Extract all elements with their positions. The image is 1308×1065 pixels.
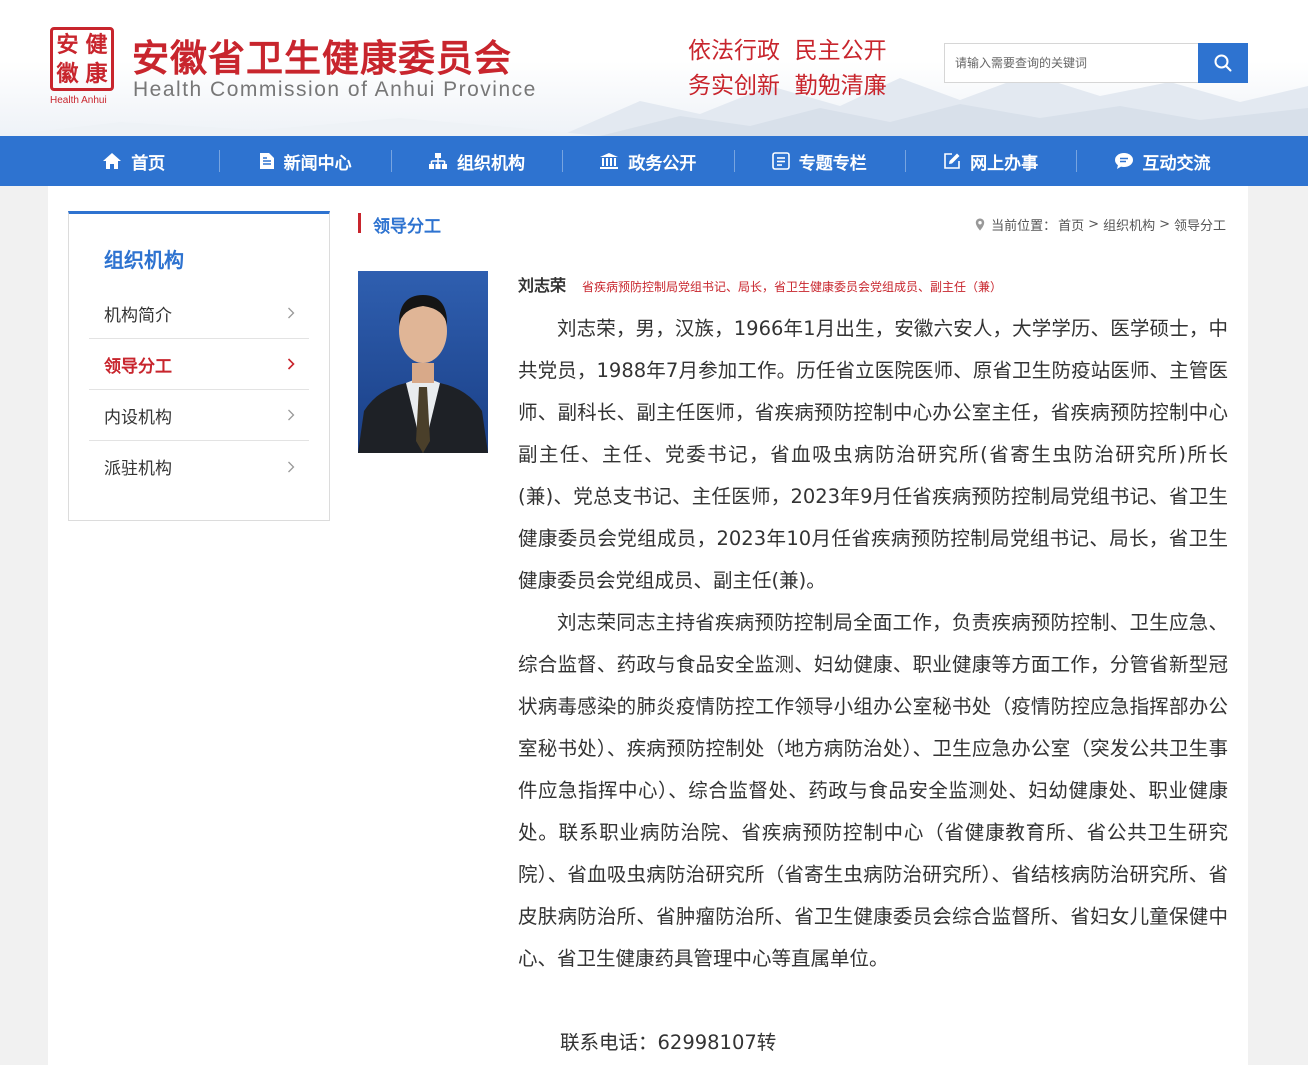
sidebar-list: 机构简介 领导分工 内设机构 派驻机构: [89, 288, 309, 492]
nav-item-gov-affairs[interactable]: 政务公开: [562, 136, 733, 186]
search-input[interactable]: [944, 43, 1200, 83]
phone-value: 62998107转: [657, 1031, 777, 1054]
nav-item-home[interactable]: 首页: [48, 136, 219, 186]
sidebar-title: 组织机构: [104, 248, 184, 272]
phone-label: 联系电话：: [560, 1031, 658, 1054]
building-icon: [600, 153, 619, 169]
logo-char: 安: [56, 31, 79, 58]
chevron-right-icon: [288, 461, 295, 472]
sidebar-item-dispatched-units[interactable]: 派驻机构: [89, 441, 309, 492]
nav-label: 组织机构: [456, 153, 525, 174]
logo-char: 健: [85, 31, 108, 58]
nav-label: 首页: [131, 153, 166, 174]
sidebar-item-overview[interactable]: 机构简介: [89, 288, 309, 339]
leader-position: 省疾病预防控制局党组书记、局长，省卫生健康委员会党组成员、副主任（兼）: [582, 280, 1003, 294]
sidebar-item-leadership[interactable]: 领导分工: [89, 339, 309, 390]
section-header: 领导分工 当前位置： 首页 > 组织机构 > 领导分工: [358, 211, 1228, 237]
site-title-english: Health Commission of Anhui Province: [133, 78, 537, 101]
home-icon: [103, 153, 122, 169]
leader-photo: [358, 271, 488, 453]
main-nav: 首页 新闻中心 组织机构 政务公开 专题专栏 网上办事 互动交流: [0, 136, 1308, 186]
sidebar: 组织机构 机构简介 领导分工 内设机构 派驻机构: [68, 211, 330, 521]
site-title[interactable]: 安徽省卫生健康委员会: [132, 28, 512, 82]
chevron-right-icon: [287, 358, 295, 370]
document-icon: [259, 153, 274, 169]
leader-biography: 刘志荣，男，汉族，1966年1月出生，安徽六安人，大学学历、医学硕士，中共党员，…: [518, 308, 1228, 980]
logo-subtitle: Health Anhui: [50, 95, 107, 106]
breadcrumb: 当前位置： 首页 > 组织机构 > 领导分工: [975, 215, 1228, 234]
search-button[interactable]: [1198, 43, 1248, 83]
nav-label: 专题专栏: [798, 153, 867, 174]
chevron-right-icon: [288, 409, 295, 421]
location-pin-icon: [975, 218, 985, 231]
breadcrumb-link-organization[interactable]: 组织机构: [1103, 215, 1155, 234]
list-icon: [771, 152, 790, 170]
nav-item-news[interactable]: 新闻中心: [219, 136, 390, 186]
bio-paragraph: 刘志荣同志主持省疾病预防控制局全面工作，负责疾病预防控制、卫生应急、综合监督、药…: [518, 611, 1228, 970]
chat-icon: [1114, 153, 1133, 169]
section-marker: [358, 213, 361, 233]
nav-item-topics[interactable]: 专题专栏: [733, 136, 905, 186]
breadcrumb-prefix: 当前位置：: [991, 219, 1057, 234]
section-title: 领导分工: [373, 217, 441, 237]
logo-seal[interactable]: 安 健 徽 康: [50, 27, 114, 91]
bio-paragraph: 刘志荣，男，汉族，1966年1月出生，安徽六安人，大学学历、医学硕士，中共党员，…: [518, 317, 1228, 592]
nav-item-organization[interactable]: 组织机构: [390, 136, 562, 186]
breadcrumb-separator: >: [1088, 217, 1100, 232]
nav-label: 互动交流: [1142, 153, 1211, 174]
breadcrumb-separator: >: [1159, 217, 1170, 232]
edit-icon: [944, 153, 960, 169]
org-chart-icon: [428, 153, 447, 169]
sidebar-item-internal-depts[interactable]: 内设机构: [89, 390, 309, 441]
contact-phone: 联系电话：62998107转: [518, 1022, 776, 1064]
logo-char: 徽: [56, 60, 79, 87]
search-box: [944, 43, 1248, 83]
nav-item-interaction[interactable]: 互动交流: [1076, 136, 1247, 186]
sidebar-item-label: 派驻机构: [104, 459, 172, 479]
breadcrumb-current[interactable]: 领导分工: [1174, 215, 1226, 234]
chevron-right-icon: [288, 307, 295, 319]
nav-label: 政务公开: [628, 153, 697, 174]
leader-name: 刘志荣: [518, 276, 567, 295]
nav-item-online-services[interactable]: 网上办事: [904, 136, 1076, 186]
nav-label: 网上办事: [970, 153, 1039, 174]
sidebar-item-label: 领导分工: [104, 356, 172, 377]
nav-label: 新闻中心: [283, 153, 352, 174]
leader-heading: 刘志荣 省疾病预防控制局党组书记、局长，省卫生健康委员会党组成员、副主任（兼）: [518, 272, 1002, 296]
site-header: 安 健 徽 康 Health Anhui 安徽省卫生健康委员会 Health C…: [0, 0, 1308, 136]
logo-char: 康: [85, 60, 108, 87]
slogan: 依法行政 民主公开 务实创新 勤勉清廉: [688, 34, 887, 104]
slogan-line: 依法行政 民主公开: [688, 38, 887, 64]
breadcrumb-link-home[interactable]: 首页: [1058, 215, 1084, 234]
search-icon: [1214, 54, 1232, 72]
sidebar-item-label: 机构简介: [104, 305, 172, 326]
slogan-line: 务实创新 勤勉清廉: [688, 73, 887, 99]
sidebar-item-label: 内设机构: [104, 407, 172, 428]
